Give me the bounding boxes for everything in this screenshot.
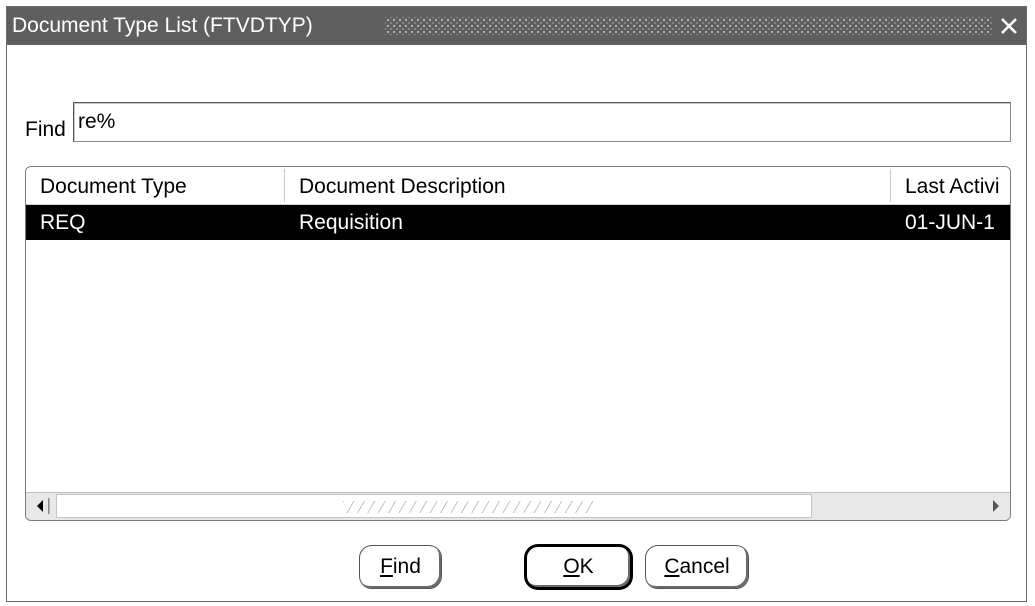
horizontal-scrollbar[interactable] <box>26 492 1010 520</box>
window-title: Document Type List (FTVDTYP) <box>12 7 321 45</box>
column-header-document-type[interactable]: Document Type <box>26 167 284 204</box>
title-bar[interactable]: Document Type List (FTVDTYP) <box>7 7 1026 45</box>
find-button[interactable]: Find <box>359 545 442 589</box>
scroll-right-button[interactable] <box>982 493 1010 519</box>
table-row[interactable]: REQ Requisition 01-JUN-1 <box>26 205 1010 240</box>
find-input[interactable] <box>73 102 1011 142</box>
cell-document-type: REQ <box>40 211 86 234</box>
ok-button-mnemonic: O <box>563 555 580 578</box>
ok-button-label: K <box>579 555 594 578</box>
document-type-list-dialog: Document Type List (FTVDTYP) Find Docume… <box>6 6 1027 602</box>
cancel-button[interactable]: Cancel <box>645 545 749 589</box>
column-header-last-activity[interactable]: Last Activi <box>891 167 1010 204</box>
list-header: Document Type Document Description Last … <box>26 167 1010 205</box>
chevron-left-icon <box>37 498 50 514</box>
cell-document-description: Requisition <box>299 211 403 234</box>
cell-last-activity: 01-JUN-1 <box>905 211 995 234</box>
scroll-thumb-grip <box>343 501 593 513</box>
column-header-document-description[interactable]: Document Description <box>285 167 890 204</box>
close-button[interactable] <box>996 12 1022 40</box>
scroll-thumb[interactable] <box>56 494 812 518</box>
document-type-list: Document Type Document Description Last … <box>25 166 1011 521</box>
title-bar-grip <box>385 17 992 35</box>
ok-button[interactable]: OK <box>525 545 632 589</box>
find-button-mnemonic: F <box>380 555 393 578</box>
find-label: Find <box>25 118 66 141</box>
cancel-button-mnemonic: C <box>664 555 680 578</box>
close-icon <box>1001 18 1017 34</box>
cancel-button-label: ancel <box>679 555 730 578</box>
find-button-label: ind <box>392 555 421 578</box>
scroll-left-button[interactable] <box>26 493 54 519</box>
chevron-right-icon <box>993 500 999 512</box>
